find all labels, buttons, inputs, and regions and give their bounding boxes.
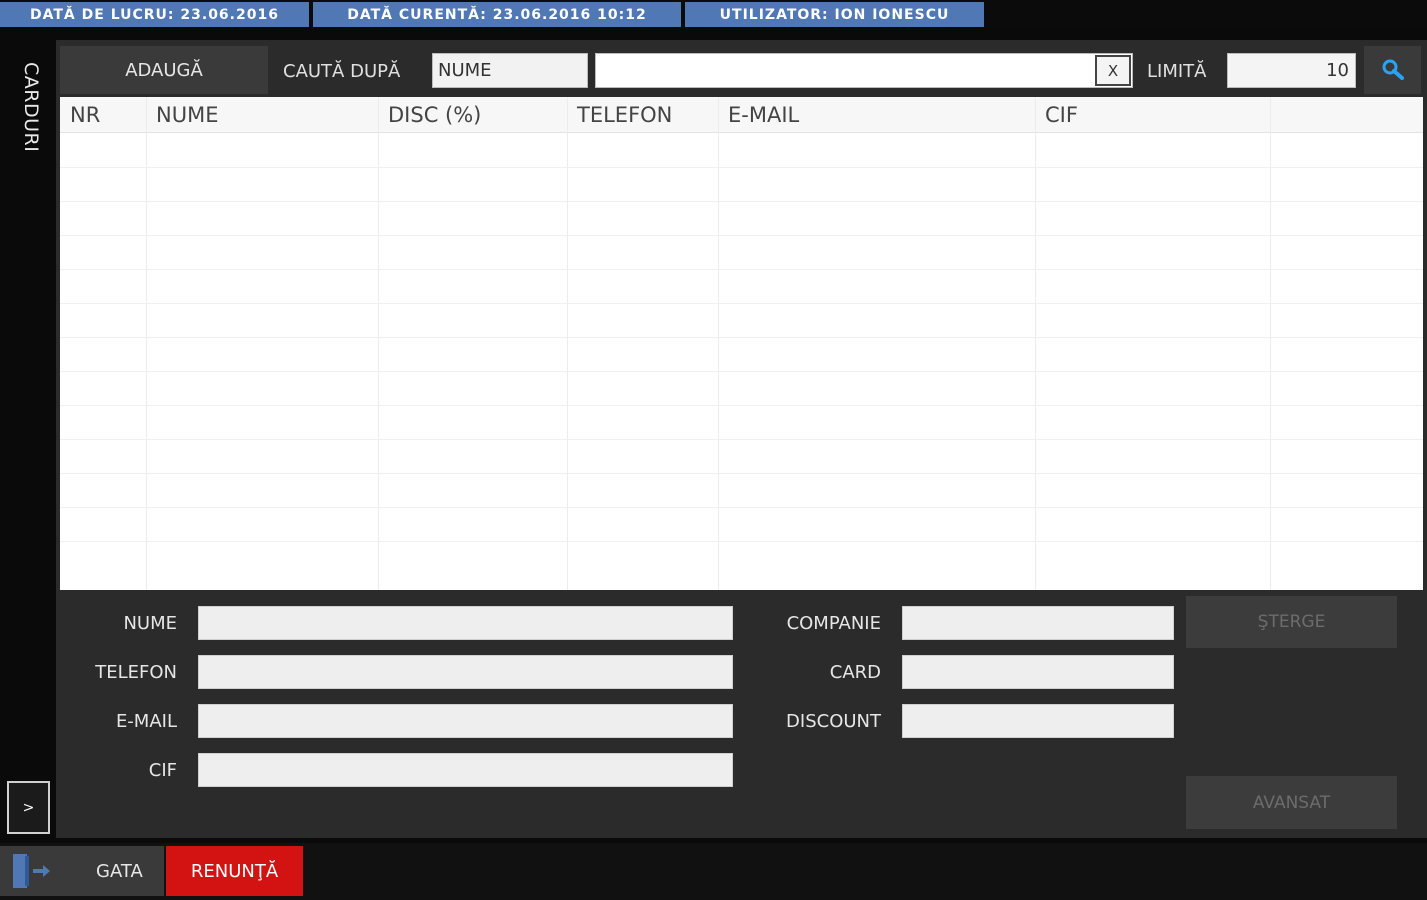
results-table: NR NUME DISC (%) TELEFON E-MAIL CIF [60,97,1423,590]
cif-label: CIF [148,759,177,781]
work-date-badge: DATĂ DE LUCRU: 23.06.2016 [0,2,309,27]
column-header-disc[interactable]: DISC (%) [378,97,567,133]
search-button[interactable] [1364,46,1421,94]
discount-input[interactable] [902,704,1174,738]
phone-input[interactable] [198,655,733,689]
card-input[interactable] [902,655,1174,689]
row-divider [60,235,1423,236]
discount-label: DISCOUNT [786,710,881,732]
done-button[interactable]: GATA [0,846,164,896]
email-input[interactable] [198,704,733,738]
column-divider [1035,97,1036,590]
column-header-extra [1270,97,1423,133]
column-header-nume[interactable]: NUME [146,97,378,133]
cancel-button[interactable]: RENUNŢĂ [166,846,303,896]
done-label: GATA [96,860,143,882]
search-by-label: CAUTĂ DUPĂ [283,60,401,82]
cif-input[interactable] [198,753,733,787]
search-field-select[interactable]: NUME [432,53,588,88]
advanced-button[interactable]: AVANSAT [1186,776,1397,829]
section-title: CARDURI [20,62,42,153]
row-divider [60,541,1423,542]
card-label: CARD [829,661,881,683]
column-divider [567,97,568,590]
search-icon [1382,59,1404,80]
column-divider [1270,97,1271,590]
email-label: E-MAIL [115,710,177,732]
row-divider [60,371,1423,372]
row-divider [60,303,1423,304]
column-divider [718,97,719,590]
row-divider [60,337,1423,338]
phone-label: TELEFON [95,661,177,683]
row-divider [60,507,1423,508]
clear-search-button[interactable]: X [1095,55,1131,86]
column-header-cif[interactable]: CIF [1035,97,1270,133]
column-header-nr[interactable]: NR [60,97,146,133]
current-date-badge: DATĂ CURENTĂ: 23.06.2016 10:12 [313,2,681,27]
row-divider [60,439,1423,440]
row-divider [60,473,1423,474]
row-divider [60,269,1423,270]
expand-sidebar-button[interactable]: > [7,781,50,834]
search-input[interactable] [595,53,1133,88]
row-divider [60,167,1423,168]
exit-door-icon [13,854,50,888]
column-header-telefon[interactable]: TELEFON [567,97,718,133]
user-badge: UTILIZATOR: ION IONESCU [685,2,984,27]
column-divider [146,97,147,590]
name-label: NUME [123,612,177,634]
column-divider [378,97,379,590]
name-input[interactable] [198,606,733,640]
row-divider [60,201,1423,202]
limit-label: LIMITĂ [1147,60,1207,82]
company-label: COMPANIE [786,612,881,634]
delete-button[interactable]: ŞTERGE [1186,596,1397,648]
limit-input[interactable]: 10 [1227,53,1356,88]
row-divider [60,405,1423,406]
company-input[interactable] [902,606,1174,640]
add-button[interactable]: ADAUGĂ [60,46,268,94]
column-header-email[interactable]: E-MAIL [718,97,1035,133]
